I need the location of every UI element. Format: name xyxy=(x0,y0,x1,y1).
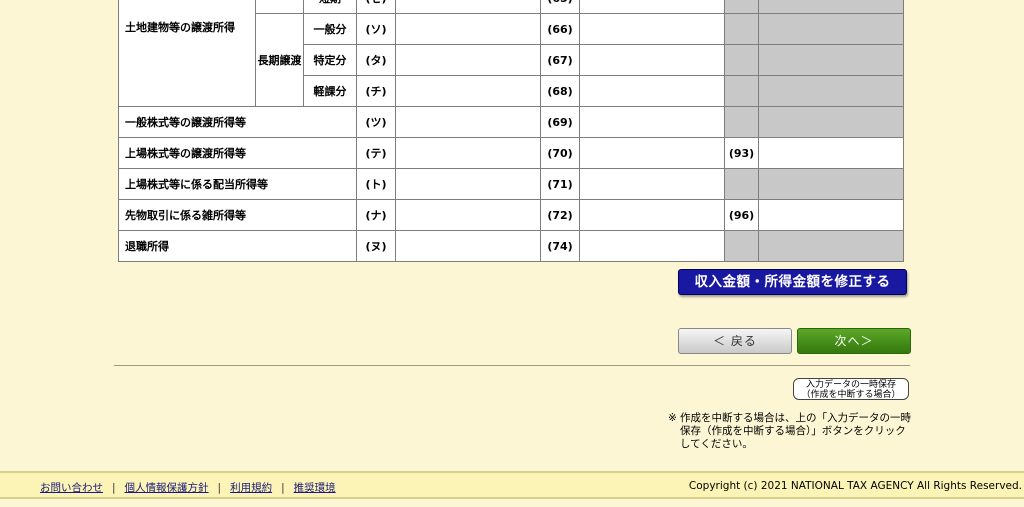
table-row: 一般株式等の譲渡所得等 (ツ) (69) xyxy=(118,106,904,138)
code-label: (66) xyxy=(540,13,580,45)
row-label: 上場株式等の譲渡所得等 xyxy=(118,137,357,169)
amount-input[interactable] xyxy=(395,13,541,45)
amount-input[interactable] xyxy=(395,0,541,14)
table-row: 上場株式等に係る配当所得等 (ト) (71) xyxy=(118,168,904,200)
amount-input[interactable] xyxy=(395,230,541,262)
footer-separator: | xyxy=(217,482,222,494)
disabled-cell xyxy=(758,13,904,45)
code-label: (65) xyxy=(540,0,580,14)
code-label: (ソ) xyxy=(356,13,396,45)
disabled-cell xyxy=(758,0,904,14)
footer-link-contact[interactable]: お問い合わせ xyxy=(40,482,103,494)
amount-input[interactable] xyxy=(395,106,541,138)
row-label: 上場株式等に係る配当所得等 xyxy=(118,168,357,200)
sub-label: 特定分 xyxy=(303,44,357,76)
disabled-cell xyxy=(724,44,759,76)
copyright: Copyright (c) 2021 NATIONAL TAX AGENCY A… xyxy=(688,480,1022,492)
code-label: (93) xyxy=(724,137,759,169)
amount-input[interactable] xyxy=(579,168,725,200)
amount-input[interactable] xyxy=(395,44,541,76)
amount-input[interactable] xyxy=(579,44,725,76)
amount-input[interactable] xyxy=(758,137,904,169)
footer-link-environment[interactable]: 推奨環境 xyxy=(294,482,336,494)
code-label: (ツ) xyxy=(356,106,396,138)
sub-label: 軽課分 xyxy=(303,75,357,107)
code-label: (タ) xyxy=(356,44,396,76)
row-label: 先物取引に係る雑所得等 xyxy=(118,199,357,231)
amount-input[interactable] xyxy=(579,199,725,231)
table-row: 先物取引に係る雑所得等 (ナ) (72) (96) xyxy=(118,199,904,231)
divider xyxy=(114,365,910,366)
disabled-cell xyxy=(724,75,759,107)
code-label: (テ) xyxy=(356,137,396,169)
table-row: 土地建物等の譲渡所得 短期 (ゼ) (65) xyxy=(118,0,904,107)
code-label: (74) xyxy=(540,230,580,262)
sub-label: 短期 xyxy=(303,0,357,14)
note-mark: ※ xyxy=(668,412,677,424)
code-label: (71) xyxy=(540,168,580,200)
footer-separator: | xyxy=(281,482,285,494)
footer-links: お問い合わせ | 個人情報保護方針 | 利用規約 | 推奨環境 xyxy=(40,480,336,495)
code-label: (69) xyxy=(540,106,580,138)
disabled-cell xyxy=(758,168,904,200)
next-button[interactable]: 次へ＞ xyxy=(797,328,911,354)
amount-input[interactable] xyxy=(579,13,725,45)
code-label: (96) xyxy=(724,199,759,231)
disabled-cell xyxy=(724,106,759,138)
code-label: (67) xyxy=(540,44,580,76)
footer-link-privacy[interactable]: 個人情報保護方針 xyxy=(125,482,209,494)
disabled-cell xyxy=(724,168,759,200)
disabled-cell xyxy=(724,0,759,14)
temp-save-button[interactable]: 入力データの一時保存 （作成を中断する場合） xyxy=(793,378,909,400)
edit-income-button[interactable]: 収入金額・所得金額を修正する xyxy=(678,269,907,295)
code-label: (72) xyxy=(540,199,580,231)
sub-label: 一般分 xyxy=(303,13,357,45)
temp-save-sublabel: （作成を中断する場合） xyxy=(801,390,901,400)
disabled-cell xyxy=(724,13,759,45)
table-row: 退職所得 (ヌ) (74) xyxy=(118,230,904,262)
disabled-cell xyxy=(758,44,904,76)
row-label: 一般株式等の譲渡所得等 xyxy=(118,106,357,138)
cell-blank xyxy=(255,0,304,14)
amount-input[interactable] xyxy=(395,168,541,200)
amount-input[interactable] xyxy=(758,199,904,231)
code-label: (ナ) xyxy=(356,199,396,231)
footer-separator: | xyxy=(112,482,116,494)
save-note: ※ 作成を中断する場合は、上の「入力データの一時保存（作成を中断する場合）」ボタ… xyxy=(668,412,914,451)
code-label: (ゼ) xyxy=(356,0,396,14)
amount-input[interactable] xyxy=(579,137,725,169)
disabled-cell xyxy=(724,230,759,262)
code-label: (68) xyxy=(540,75,580,107)
disabled-cell xyxy=(758,230,904,262)
footer-link-terms[interactable]: 利用規約 xyxy=(230,482,272,494)
amount-input[interactable] xyxy=(579,0,725,14)
table-row: 上場株式等の譲渡所得等 (テ) (70) (93) xyxy=(118,137,904,169)
disabled-cell xyxy=(758,75,904,107)
code-label: (70) xyxy=(540,137,580,169)
disabled-cell xyxy=(758,106,904,138)
category-label-choki: 長期譲渡 xyxy=(255,13,304,107)
income-table: 土地建物等の譲渡所得 短期 (ゼ) (65) 長期譲渡 一般分 (ソ) (66)… xyxy=(118,0,904,262)
row-label: 退職所得 xyxy=(118,230,357,262)
note-text: 作成を中断する場合は、上の「入力データの一時保存（作成を中断する場合）」ボタンを… xyxy=(680,412,911,450)
amount-input[interactable] xyxy=(579,230,725,262)
amount-input[interactable] xyxy=(395,137,541,169)
amount-input[interactable] xyxy=(395,199,541,231)
code-label: (ヌ) xyxy=(356,230,396,262)
code-label: (チ) xyxy=(356,75,396,107)
footer: お問い合わせ | 個人情報保護方針 | 利用規約 | 推奨環境 Copyright (c) … xyxy=(0,471,1024,499)
amount-input[interactable] xyxy=(579,106,725,138)
amount-input[interactable] xyxy=(579,75,725,107)
amount-input[interactable] xyxy=(395,75,541,107)
code-label: (ト) xyxy=(356,168,396,200)
category-label-tochi: 土地建物等の譲渡所得 xyxy=(118,0,256,107)
back-button[interactable]: ＜ 戻る xyxy=(678,328,792,354)
temp-save-label: 入力データの一時保存 xyxy=(805,380,896,390)
